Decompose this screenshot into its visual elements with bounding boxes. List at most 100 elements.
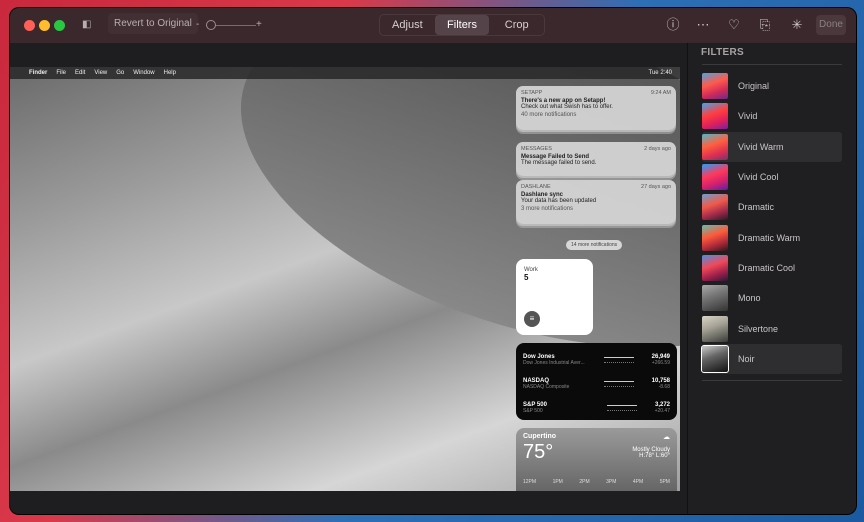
hour-label: 1PM	[552, 479, 563, 485]
hour-label: 5PM	[659, 479, 670, 485]
filter-thumbnail	[702, 133, 728, 160]
filter-silvertone[interactable]: Silvertone	[702, 313, 842, 343]
stocks-widget: Dow Jones Dow Jones Industrial Aver... 26,…	[516, 343, 677, 420]
photo: Finder File Edit View Go Window Help Tue…	[10, 67, 680, 491]
work-count: 5	[524, 273, 529, 282]
notification-messages: MESSAGES 2 days ago Message Failed to Sen…	[516, 142, 676, 176]
zoom-slider-thumb[interactable]	[206, 20, 216, 30]
stock-row: S&P 500 S&P 500 3,272 +20.47	[523, 396, 670, 420]
menu-item: Go	[116, 70, 125, 76]
stock-change: +20.47	[654, 408, 670, 414]
filter-thumbnail	[702, 73, 728, 100]
filter-noir[interactable]: Noir	[701, 343, 842, 374]
filter-label: Dramatic	[738, 202, 775, 213]
filter-dramatic-cool[interactable]: Dramatic Cool	[702, 253, 842, 283]
filter-label: Original	[738, 81, 770, 92]
menu-item: Help	[163, 70, 176, 76]
close-button[interactable]	[24, 20, 35, 31]
photo-menubar: Finder File Edit View Go Window Help Tue…	[10, 67, 680, 79]
menu-item: Edit	[75, 70, 86, 76]
filter-label: Vivid	[738, 111, 758, 122]
filter-label: Silvertone	[738, 323, 779, 334]
filter-thumbnail	[702, 164, 728, 191]
notif-time: 9:24 AM	[650, 90, 671, 96]
notif-app: SETAPP	[521, 90, 543, 96]
hour-label: 3PM	[606, 479, 617, 485]
heart-icon[interactable]: ♡	[726, 17, 742, 33]
hour-label: 4PM	[632, 479, 644, 485]
photo-canvas: Finder File Edit View Go Window Help Tue…	[10, 43, 686, 514]
notification-setapp: SETAPP 9:24 AM There's a new app on Setap…	[516, 86, 676, 130]
tab-adjust[interactable]: Adjust	[380, 15, 435, 35]
notif-time: 27 days ago	[641, 184, 671, 190]
filter-label: Dramatic Cool	[738, 262, 796, 273]
zoom-in-label: +	[256, 19, 262, 30]
weather-range: H:78° L:60°	[639, 453, 670, 459]
divider	[702, 64, 842, 65]
filter-mono[interactable]: Mono	[702, 283, 842, 313]
filter-label: Noir	[738, 353, 755, 364]
more-icon[interactable]: ⋯	[695, 17, 711, 33]
work-widget: Work 5 ≡	[516, 259, 593, 335]
sparkline	[603, 357, 634, 363]
edit-mode-tabs: Adjust Filters Crop	[379, 14, 545, 36]
stock-change: -8.68	[658, 384, 670, 390]
filter-vivid-warm[interactable]: Vivid Warm	[702, 131, 842, 162]
filter-label: Vivid Warm	[738, 141, 784, 152]
filter-thumbnail	[702, 315, 728, 342]
stock-row: Dow Jones Dow Jones Industrial Aver... 26,…	[523, 348, 670, 372]
menu-item: File	[56, 70, 67, 76]
zoom-button[interactable]	[54, 20, 65, 31]
list-icon: ≡	[524, 311, 540, 327]
more-notifications-pill: 14 more notifications	[566, 240, 623, 250]
photos-edit-window: ◧ Revert to Original - + Adjust Filters …	[10, 8, 856, 514]
notification-dashlane: DASHLANE 27 days ago Dashlane sync Your d…	[516, 180, 676, 224]
stock-change: +266.59	[651, 360, 670, 366]
notif-app: DASHLANE	[521, 184, 551, 190]
zoom-out-label: -	[196, 19, 200, 30]
zoom-slider[interactable]	[206, 20, 256, 30]
notif-body: Check out what Swish has to offer.	[521, 104, 613, 110]
menu-item: View	[94, 70, 108, 76]
tab-filters[interactable]: Filters	[434, 15, 490, 35]
sparkline	[606, 405, 637, 411]
rotate-icon[interactable]: ⎘	[757, 17, 773, 33]
notif-more: 40 more notifications	[521, 112, 577, 118]
filter-dramatic-warm[interactable]: Dramatic Warm	[702, 222, 842, 252]
hour-label: 2PM	[579, 479, 590, 485]
toolbar: ◧ Revert to Original - + Adjust Filters …	[10, 8, 856, 43]
filter-thumbnail	[702, 224, 728, 251]
notif-body: The message failed to send.	[521, 160, 597, 166]
tab-crop[interactable]: Crop	[489, 15, 544, 35]
filter-label: Mono	[738, 293, 761, 304]
filter-label: Vivid Cool	[738, 172, 779, 183]
filter-thumbnail	[701, 344, 729, 373]
filter-thumbnail	[702, 194, 728, 221]
compare-icon[interactable]: ◧	[82, 19, 91, 30]
auto-enhance-icon[interactable]: ✳	[789, 17, 805, 33]
hour-label: 12PM	[523, 479, 537, 485]
cloud-icon: ☁	[663, 434, 670, 441]
filter-vivid-cool[interactable]: Vivid Cool	[702, 162, 842, 192]
weather-temp: 75°	[523, 441, 554, 463]
info-icon[interactable]: ⓘ	[665, 17, 681, 33]
stock-row: NASDAQ NASDAQ Composite 10,758 -8.68	[523, 372, 670, 396]
filters-sidebar: FILTERS Original Vivid Vivid Warm Vivid Coo…	[687, 43, 856, 514]
clock: Tue 2:40	[648, 70, 672, 76]
filter-thumbnail	[702, 285, 728, 312]
filters-heading: FILTERS	[701, 47, 745, 58]
menu-item: Finder	[29, 70, 48, 76]
menu-item: Window	[133, 70, 155, 76]
filter-original[interactable]: Original	[702, 71, 842, 101]
done-button[interactable]: Done	[816, 15, 846, 35]
sparkline	[603, 381, 634, 387]
stock-sub: NASDAQ Composite	[523, 384, 570, 390]
revert-button[interactable]: Revert to Original	[108, 13, 198, 34]
minimize-button[interactable]	[39, 20, 50, 31]
filter-dramatic[interactable]: Dramatic	[702, 192, 842, 222]
filter-thumbnail	[702, 254, 728, 281]
stock-sub: Dow Jones Industrial Aver...	[523, 360, 585, 366]
weather-city: Cupertino	[523, 433, 557, 440]
notif-more: 3 more notifications	[521, 206, 574, 212]
filter-vivid[interactable]: Vivid	[702, 101, 842, 131]
